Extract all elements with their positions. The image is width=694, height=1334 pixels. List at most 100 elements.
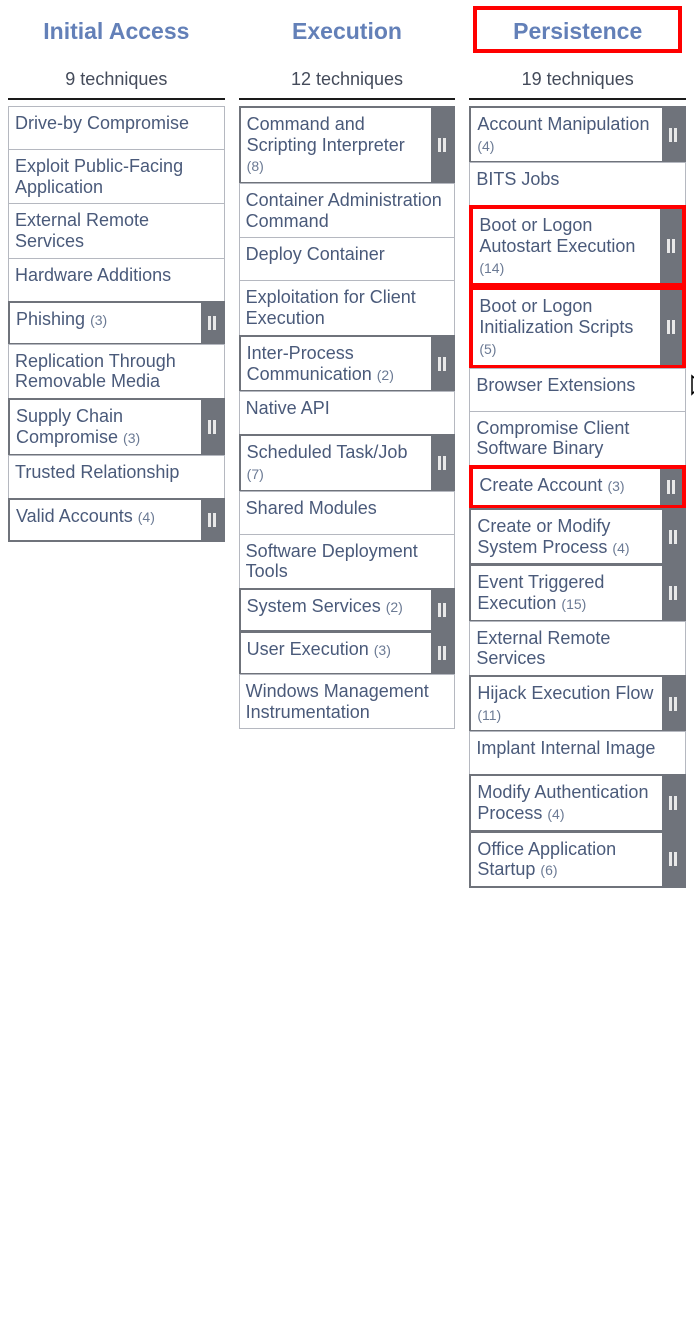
technique-name: Deploy Container — [246, 244, 385, 264]
expand-handle[interactable] — [431, 108, 453, 182]
technique-name: Compromise Client Software Binary — [476, 418, 629, 459]
technique-cell[interactable]: Boot or Logon Autostart Execution (14) — [469, 205, 686, 287]
technique-name: Software Deployment Tools — [246, 541, 418, 582]
technique-cell[interactable]: Inter-Process Communication (2) — [239, 335, 456, 392]
technique-cell[interactable]: Command and Scripting Interpreter (8) — [239, 106, 456, 184]
expand-handle[interactable] — [662, 108, 684, 161]
technique-cell[interactable]: Implant Internal Image — [469, 731, 686, 775]
technique-label: BITS Jobs — [470, 163, 685, 205]
technique-label: Hardware Additions — [9, 259, 224, 301]
technique-cell[interactable]: Container Administration Command — [239, 183, 456, 238]
expand-handle[interactable] — [660, 290, 682, 364]
technique-cell[interactable]: Software Deployment Tools — [239, 534, 456, 589]
technique-cell[interactable]: Exploitation for Client Execution — [239, 280, 456, 335]
subtechnique-count: (3) — [90, 312, 107, 328]
technique-label: Deploy Container — [240, 238, 455, 280]
technique-cell[interactable]: Exploit Public-Facing Application — [8, 149, 225, 204]
tactic-column: Initial Access9 techniquesDrive-by Compr… — [8, 8, 225, 888]
technique-cell[interactable]: Browser Extensions — [469, 368, 686, 412]
technique-name: Hijack Execution Flow — [477, 683, 653, 703]
technique-cell[interactable]: Scheduled Task/Job (7) — [239, 434, 456, 491]
technique-cell[interactable]: Modify Authentication Process (4) — [469, 774, 686, 831]
technique-label: Modify Authentication Process (4) — [471, 776, 662, 829]
pointer-cursor-icon — [686, 374, 694, 410]
grip-vertical-icon — [669, 852, 677, 866]
tactic-header[interactable]: Persistence — [475, 8, 680, 51]
technique-label: External Remote Services — [9, 204, 224, 257]
technique-cell[interactable]: Create Account (3) — [469, 465, 686, 509]
technique-name: User Execution — [247, 639, 369, 659]
technique-count: 12 techniques — [239, 51, 456, 98]
technique-list: Drive-by Compromise Exploit Public-Facing… — [8, 106, 225, 542]
tactic-header[interactable]: Execution — [239, 8, 456, 51]
technique-cell[interactable]: Trusted Relationship — [8, 455, 225, 499]
grip-vertical-icon — [667, 480, 675, 494]
technique-name: Replication Through Removable Media — [15, 351, 176, 392]
technique-cell[interactable]: BITS Jobs — [469, 162, 686, 206]
technique-cell[interactable]: User Execution (3) — [239, 631, 456, 675]
divider — [469, 98, 686, 100]
subtechnique-count: (4) — [477, 138, 494, 154]
technique-cell[interactable]: Valid Accounts (4) — [8, 498, 225, 542]
technique-cell[interactable]: Shared Modules — [239, 491, 456, 535]
technique-cell[interactable]: Native API — [239, 391, 456, 435]
technique-name: Shared Modules — [246, 498, 377, 518]
technique-cell[interactable]: Hijack Execution Flow (11) — [469, 675, 686, 732]
technique-cell[interactable]: Create or Modify System Process (4) — [469, 508, 686, 565]
grip-vertical-icon — [438, 456, 446, 470]
subtechnique-count: (2) — [377, 367, 394, 383]
grip-vertical-icon — [438, 603, 446, 617]
technique-cell[interactable]: Boot or Logon Initialization Scripts (5) — [469, 286, 686, 368]
grip-vertical-icon — [438, 138, 446, 152]
technique-name: Phishing — [16, 309, 85, 329]
technique-label: Boot or Logon Autostart Execution (14) — [473, 209, 660, 283]
grip-vertical-icon — [208, 316, 216, 330]
technique-cell[interactable]: Account Manipulation (4) — [469, 106, 686, 163]
expand-handle[interactable] — [431, 590, 453, 630]
technique-cell[interactable]: Hardware Additions — [8, 258, 225, 302]
expand-handle[interactable] — [662, 510, 684, 563]
technique-cell[interactable]: Deploy Container — [239, 237, 456, 281]
expand-handle[interactable] — [431, 633, 453, 673]
subtechnique-count: (4) — [612, 540, 629, 556]
technique-label: Command and Scripting Interpreter (8) — [241, 108, 432, 182]
matrix: Initial Access9 techniquesDrive-by Compr… — [0, 0, 694, 896]
technique-label: Software Deployment Tools — [240, 535, 455, 588]
subtechnique-count: (6) — [540, 862, 557, 878]
technique-name: Inter-Process Communication — [247, 343, 372, 384]
expand-handle[interactable] — [660, 469, 682, 505]
expand-handle[interactable] — [431, 436, 453, 489]
expand-handle[interactable] — [201, 500, 223, 540]
technique-name: Scheduled Task/Job — [247, 442, 408, 462]
technique-cell[interactable]: Phishing (3) — [8, 301, 225, 345]
expand-handle[interactable] — [201, 303, 223, 343]
technique-cell[interactable]: Supply Chain Compromise (3) — [8, 398, 225, 455]
expand-handle[interactable] — [662, 677, 684, 730]
grip-vertical-icon — [667, 239, 675, 253]
expand-handle[interactable] — [662, 566, 684, 619]
expand-handle[interactable] — [662, 833, 684, 886]
subtechnique-count: (4) — [138, 509, 155, 525]
technique-cell[interactable]: Compromise Client Software Binary — [469, 411, 686, 466]
grip-vertical-icon — [438, 357, 446, 371]
technique-cell[interactable]: External Remote Services — [8, 203, 225, 258]
technique-cell[interactable]: Event Triggered Execution (15) — [469, 564, 686, 621]
technique-cell[interactable]: Office Application Startup (6) — [469, 831, 686, 888]
technique-cell[interactable]: Drive-by Compromise — [8, 106, 225, 150]
technique-cell[interactable]: System Services (2) — [239, 588, 456, 632]
technique-cell[interactable]: Windows Management Instrumentation — [239, 674, 456, 729]
technique-cell[interactable]: External Remote Services — [469, 621, 686, 676]
technique-name: Drive-by Compromise — [15, 113, 189, 133]
expand-handle[interactable] — [201, 400, 223, 453]
expand-handle[interactable] — [660, 209, 682, 283]
expand-handle[interactable] — [431, 337, 453, 390]
technique-name: Native API — [246, 398, 330, 418]
technique-cell[interactable]: Replication Through Removable Media — [8, 344, 225, 399]
expand-handle[interactable] — [662, 776, 684, 829]
subtechnique-count: (7) — [247, 466, 264, 482]
technique-name: Account Manipulation — [477, 114, 649, 134]
technique-name: Exploit Public-Facing Application — [15, 156, 183, 197]
technique-name: Valid Accounts — [16, 506, 133, 526]
technique-name: Windows Management Instrumentation — [246, 681, 429, 722]
tactic-header[interactable]: Initial Access — [8, 8, 225, 51]
